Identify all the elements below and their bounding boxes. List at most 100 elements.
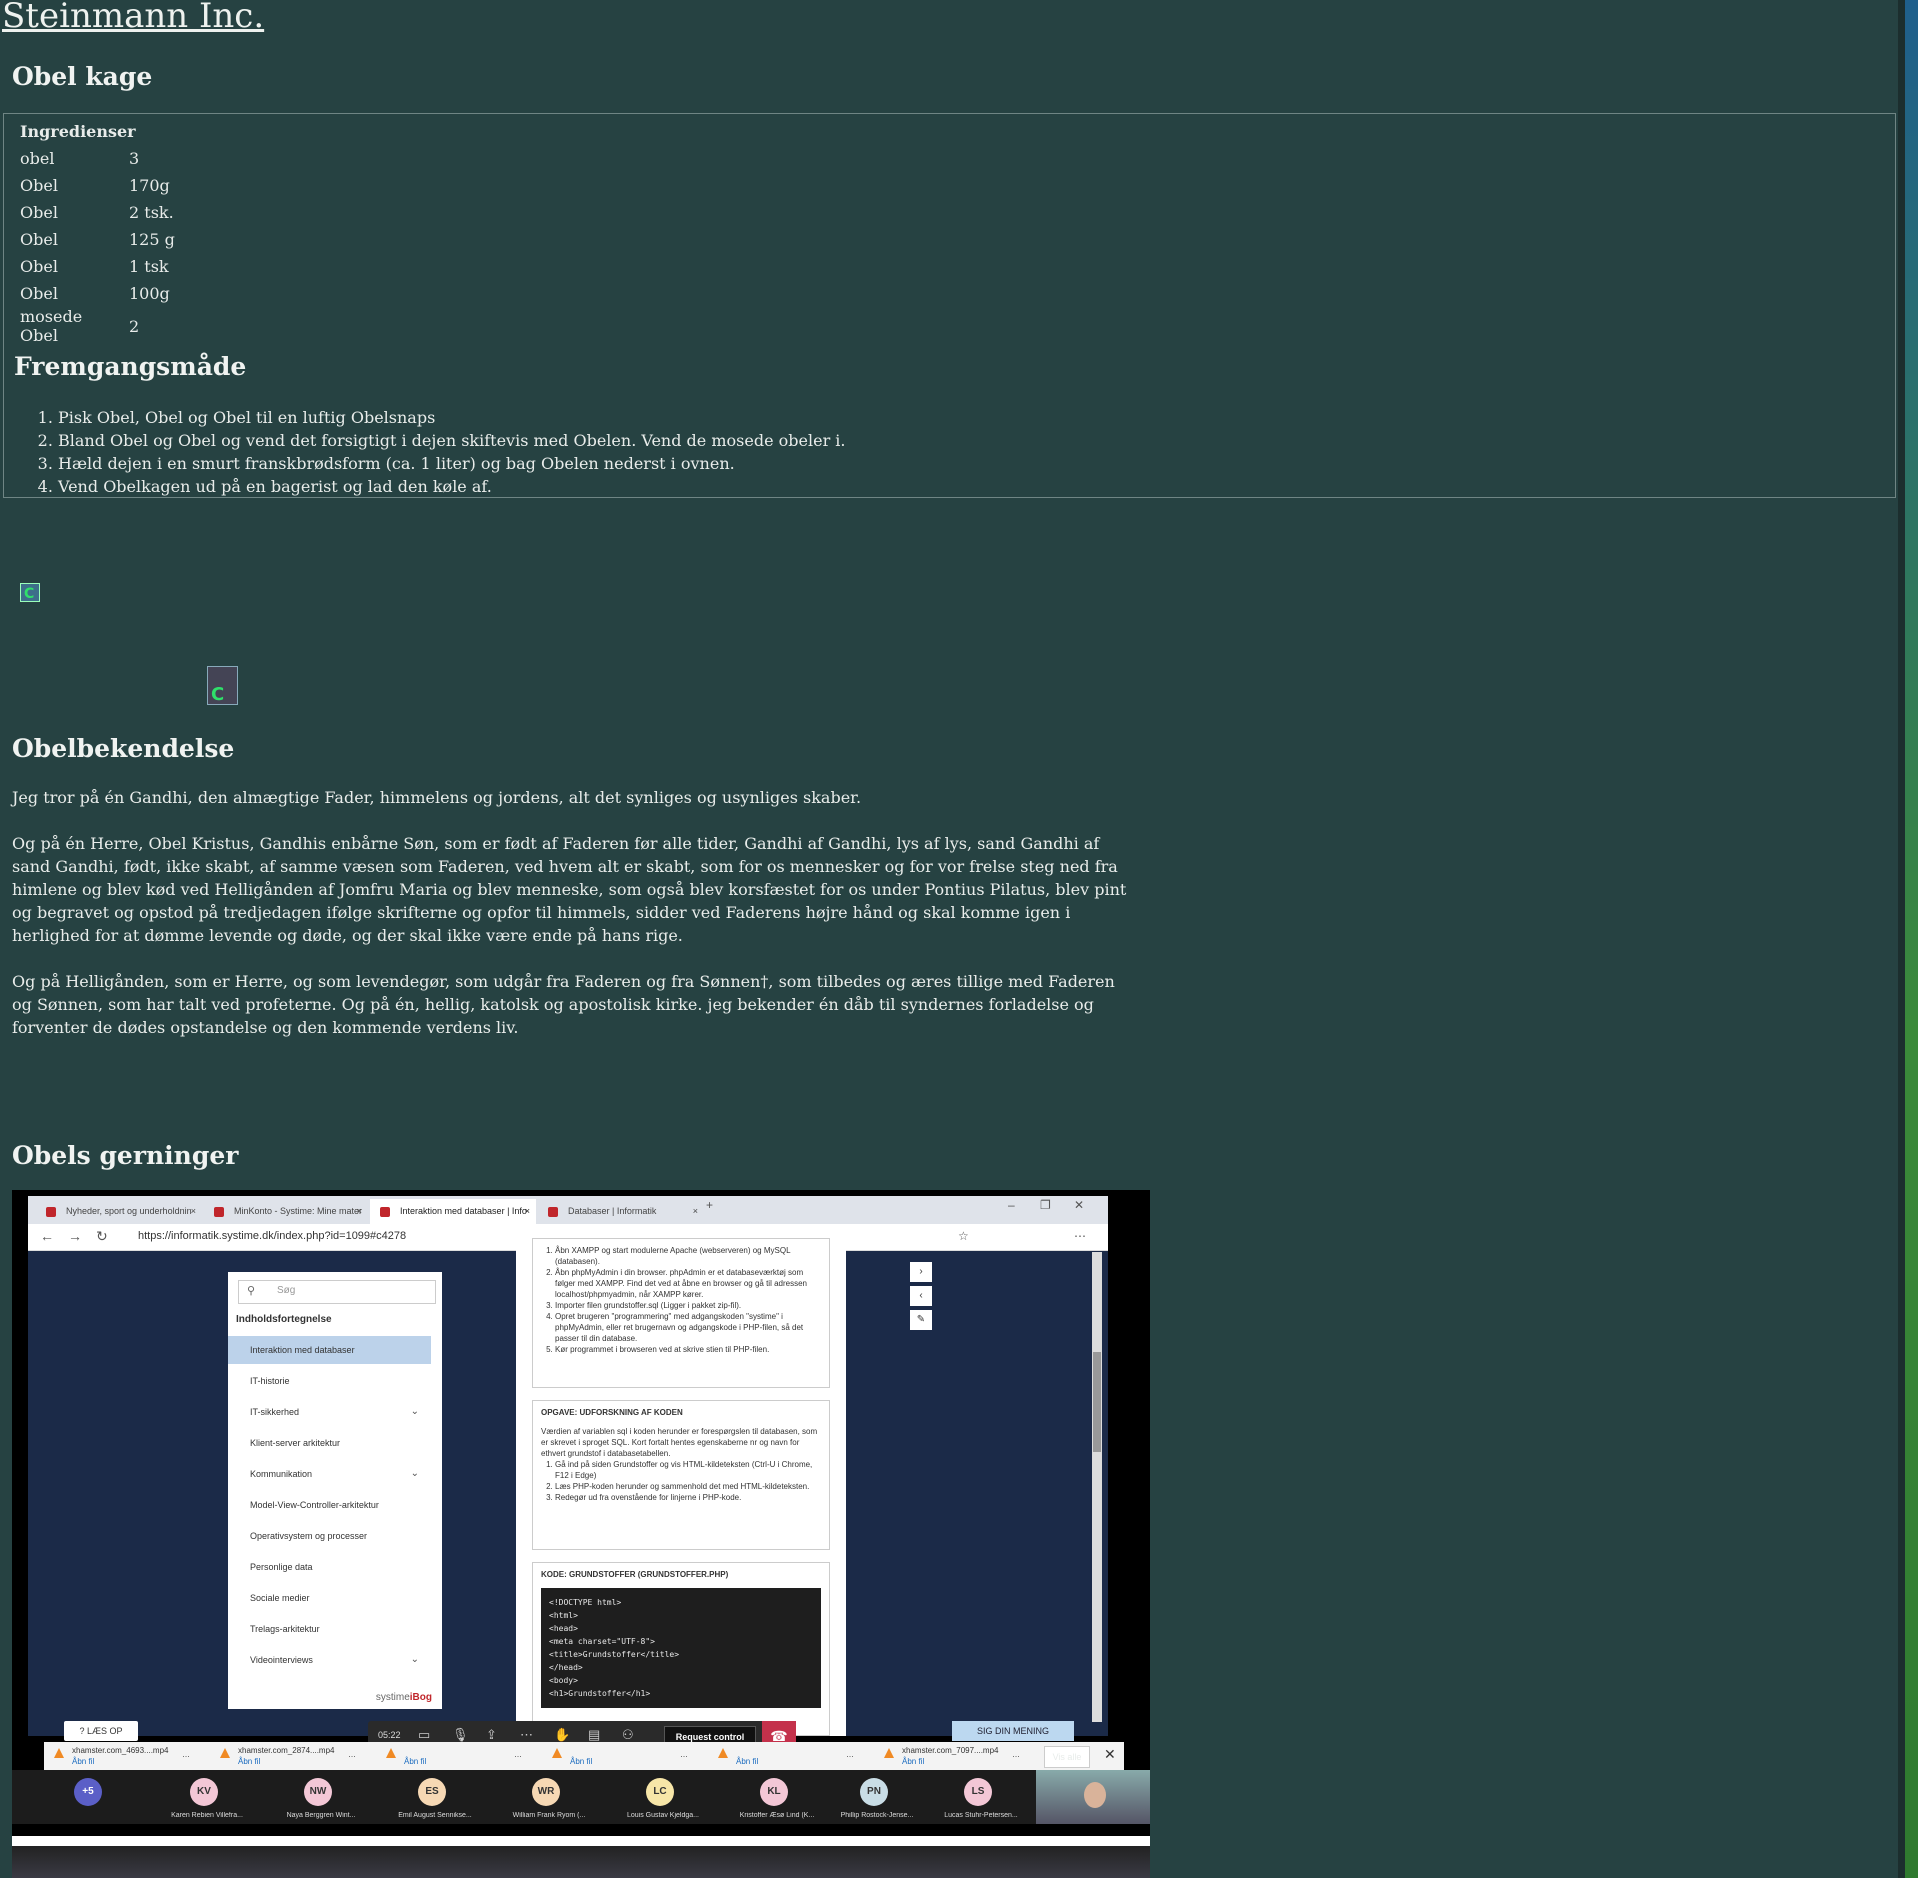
raise-hand-icon[interactable]: ✋ — [554, 1727, 570, 1743]
ingredient-row: Obel 1 tsk — [16, 253, 179, 280]
lower-video-strip — [12, 1836, 1150, 1878]
task-step: Redegør ud fra ovenstående for linjerne … — [555, 1492, 821, 1503]
participant-tile[interactable]: PN Phillip Rostock-Jense... — [822, 1770, 932, 1824]
search-input[interactable]: ⚲ Søg — [238, 1280, 436, 1304]
camera-off-icon[interactable]: ▭ — [418, 1727, 430, 1743]
toc-item[interactable]: Operativsystem og processer — [228, 1522, 431, 1550]
close-tab-icon[interactable]: × — [357, 1199, 362, 1224]
edit-icon[interactable]: ✎ — [910, 1310, 932, 1330]
participant-name: Naya Berggren Wint... — [286, 1812, 356, 1819]
share-screen-icon[interactable]: ⇪ — [486, 1727, 497, 1743]
recipe-title: Obel kage — [12, 62, 153, 91]
open-file-link[interactable]: Åbn fil — [736, 1757, 758, 1767]
download-item[interactable]: Åbn fil … — [386, 1746, 536, 1768]
open-file-link[interactable]: Åbn fil — [238, 1757, 260, 1767]
download-item[interactable]: xhamster.com_2874....mp4 Åbn fil… — [220, 1746, 370, 1768]
site-title-link[interactable]: Steinmann Inc. — [2, 0, 264, 36]
scrollbar[interactable] — [1092, 1252, 1102, 1722]
ingredient-amount: 2 tsk. — [129, 203, 174, 222]
download-item[interactable]: xhamster.com_4693....mp4 Åbn fil … — [54, 1746, 204, 1768]
close-tab-icon[interactable]: × — [191, 1199, 196, 1224]
next-arrow-icon[interactable]: › — [910, 1262, 932, 1282]
chat-icon[interactable]: ▤ — [588, 1727, 600, 1743]
participant-tile[interactable]: LS Lucas Stuhr-Petersen... — [926, 1770, 1036, 1824]
toc-item-label: Kommunikation — [250, 1469, 313, 1479]
toc-item[interactable]: Klient-server arkitektur — [228, 1429, 431, 1457]
avatar: LS — [964, 1778, 992, 1806]
open-file-link[interactable]: Åbn fil — [404, 1757, 426, 1767]
toc-item[interactable]: Model-View-Controller-arkitektur — [228, 1491, 431, 1519]
vlc-file-icon — [552, 1748, 562, 1758]
open-file-link[interactable]: Åbn fil — [72, 1757, 94, 1767]
more-icon[interactable]: … — [348, 1750, 356, 1760]
more-icon[interactable]: … — [514, 1750, 522, 1760]
download-item[interactable]: xhamster.com_7097....mp4 Åbn fil… — [884, 1746, 1034, 1768]
chevron-down-icon[interactable]: ⌄ — [411, 1398, 419, 1426]
browser-tab[interactable]: Databaser | Informatik × — [538, 1199, 704, 1224]
toc-item[interactable]: Kommunikation ⌄ — [228, 1460, 431, 1488]
feedback-button[interactable]: SIG DIN MENING — [952, 1721, 1074, 1741]
tab-label: Interaktion med databaser | Info — [400, 1206, 527, 1216]
toc-item[interactable]: IT-historie — [228, 1367, 431, 1395]
more-icon[interactable]: … — [846, 1750, 854, 1760]
more-options-icon[interactable]: ⋯ — [520, 1727, 533, 1743]
ingredient-name: Obel — [20, 176, 58, 195]
toc-item[interactable]: IT-sikkerhed ⌄ — [228, 1398, 431, 1426]
toc-item[interactable]: Videointerviews ⌄ — [228, 1646, 431, 1674]
participant-tile[interactable]: KV Karen Rebien Villefra... — [152, 1770, 262, 1824]
read-aloud-button[interactable]: ? LÆS OP — [64, 1721, 138, 1741]
participant-tile[interactable]: WR William Frank Ryom (... — [494, 1770, 604, 1824]
toc-item[interactable]: Interaktion med databaser — [228, 1336, 431, 1364]
chevron-down-icon[interactable]: ⌄ — [411, 1646, 419, 1674]
ingredient-amount: 100g — [129, 284, 170, 303]
deeds-title: Obels gerninger — [12, 1141, 239, 1170]
url-text[interactable]: https://informatik.systime.dk/index.php?… — [138, 1230, 406, 1242]
open-file-link[interactable]: Åbn fil — [570, 1757, 592, 1767]
instruction-step: Importer filen grundstoffer.sql (Ligger … — [555, 1300, 821, 1311]
close-tab-icon[interactable]: × — [693, 1199, 698, 1224]
more-icon[interactable]: … — [1012, 1750, 1020, 1760]
download-filename: xhamster.com_4693....mp4 — [72, 1746, 169, 1755]
previous-arrow-icon[interactable]: ‹ — [910, 1286, 932, 1306]
new-tab-icon[interactable]: + — [706, 1198, 713, 1212]
more-icon[interactable]: … — [182, 1750, 190, 1760]
more-icon[interactable]: … — [680, 1750, 688, 1760]
more-menu-icon[interactable]: ⋯ — [1074, 1229, 1086, 1243]
browser-tab[interactable]: MinKonto - Systime: Mine mater × — [204, 1199, 368, 1224]
toc-item[interactable]: Trelags-arkitektur — [228, 1615, 431, 1643]
mic-off-icon[interactable]: 🎙 — [452, 1727, 469, 1743]
avatar: PN — [860, 1778, 888, 1806]
participant-tile[interactable]: +5 — [36, 1770, 146, 1824]
participant-tile[interactable]: LC Louis Gustav Kjeldga... — [608, 1770, 718, 1824]
participant-tile[interactable]: NW Naya Berggren Wint... — [266, 1770, 376, 1824]
close-tab-icon[interactable]: × — [525, 1199, 530, 1224]
download-item[interactable]: Åbn fil … — [552, 1746, 702, 1768]
participant-tile[interactable]: ES Emil August Sennikse... — [380, 1770, 490, 1824]
close-window-icon[interactable]: ✕ — [1074, 1198, 1084, 1212]
show-all-downloads-button[interactable]: Vis alle — [1044, 1746, 1090, 1768]
ingredient-name: Obel — [20, 203, 58, 222]
ingredient-amount: 2 — [129, 316, 140, 336]
close-downloads-icon[interactable]: ✕ — [1104, 1746, 1116, 1763]
participant-tile[interactable]: KL Kristoffer Æsø Lind (K... — [722, 1770, 832, 1824]
restore-icon[interactable]: ❐ — [1040, 1198, 1051, 1212]
favorite-star-icon[interactable]: ☆ — [958, 1229, 969, 1243]
ingredient-amount: 125 g — [129, 230, 175, 249]
participant-name: Louis Gustav Kjeldga... — [627, 1812, 699, 1819]
chevron-down-icon[interactable]: ⌄ — [411, 1460, 419, 1488]
call-timer: 05:22 — [378, 1730, 401, 1740]
task-card-title: OPGAVE: UDFORSKNING AF KODEN — [541, 1408, 683, 1417]
open-file-link[interactable]: Åbn fil — [902, 1757, 924, 1767]
participants-icon[interactable]: ⚇ — [622, 1727, 634, 1743]
download-item[interactable]: Åbn fil … — [718, 1746, 868, 1768]
self-camera-preview[interactable] — [1036, 1770, 1150, 1824]
browser-tab[interactable]: Nyheder, sport og underholdnin × — [36, 1199, 202, 1224]
navigation-icons[interactable]: ←→↻ — [40, 1228, 122, 1245]
toc-item[interactable]: Sociale medier — [228, 1584, 431, 1612]
ingredient-name: Obel — [20, 257, 58, 276]
browser-tab-active[interactable]: Interaktion med databaser | Info × — [370, 1199, 536, 1224]
minimize-icon[interactable]: – — [1008, 1198, 1015, 1212]
toc-item[interactable]: Personlige data — [228, 1553, 431, 1581]
method-step: Vend Obelkagen ud på en bagerist og lad … — [58, 475, 846, 498]
scrollbar-thumb[interactable] — [1093, 1352, 1101, 1452]
